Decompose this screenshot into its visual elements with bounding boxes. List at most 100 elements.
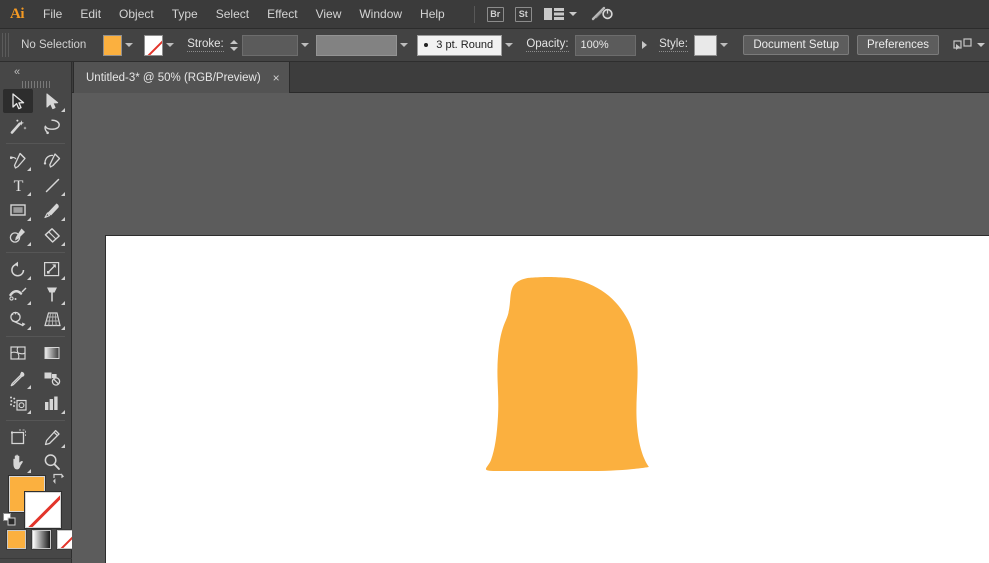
opacity-expand-arrow-icon[interactable]	[642, 41, 648, 49]
rectangle-tool[interactable]	[3, 198, 33, 222]
search-adobe-stock-icon[interactable]	[591, 5, 615, 23]
artboard[interactable]	[105, 235, 989, 563]
symbol-sprayer-tool[interactable]	[3, 391, 33, 415]
stroke-weight-dropdown-chevron-icon[interactable]	[298, 35, 312, 56]
scale-tool[interactable]	[37, 257, 67, 281]
preferences-button[interactable]: Preferences	[857, 35, 940, 55]
arrange-dropdown-chevron-icon[interactable]	[568, 12, 577, 16]
color-button-icon[interactable]	[7, 530, 26, 549]
close-icon[interactable]: ×	[273, 71, 280, 85]
menu-view[interactable]: View	[307, 0, 351, 29]
gradient-button-icon[interactable]	[32, 530, 51, 549]
menu-select[interactable]: Select	[207, 0, 258, 29]
control-bar-grip[interactable]	[2, 33, 10, 57]
opacity-input[interactable]: 100%	[574, 34, 637, 56]
brush-definition-input[interactable]: 3 pt. Round	[417, 34, 503, 56]
canvas-area[interactable]	[72, 93, 989, 563]
stroke-color-swatch[interactable]	[25, 492, 61, 528]
stock-icon[interactable]: St	[514, 6, 532, 22]
blend-tool[interactable]	[37, 366, 67, 390]
tool-flyout-indicator-icon	[61, 108, 65, 112]
svg-text:T: T	[13, 178, 23, 194]
align-objects-icon[interactable]	[953, 37, 973, 53]
column-graph-tool[interactable]	[37, 391, 67, 415]
opacity-label[interactable]: Opacity:	[526, 38, 569, 52]
stroke-profile-dropdown-chevron-icon[interactable]	[397, 35, 411, 56]
curvature-tool[interactable]	[37, 148, 67, 172]
brush-preview-icon	[424, 43, 429, 47]
screen-mode-buttons	[0, 558, 72, 563]
type-tool[interactable]: T	[3, 173, 33, 197]
pen-tool[interactable]	[3, 148, 33, 172]
bridge-icon[interactable]: Br	[486, 6, 504, 22]
shaper-tool[interactable]	[3, 223, 33, 247]
tool-divider	[6, 143, 65, 144]
graphic-style-swatch-icon[interactable]	[693, 34, 718, 56]
mesh-tool[interactable]	[3, 341, 33, 365]
eraser-tool[interactable]	[37, 223, 67, 247]
tool-row	[0, 114, 71, 139]
slice-tool[interactable]	[37, 425, 67, 449]
stroke-profile-input[interactable]	[316, 34, 398, 56]
document-setup-button[interactable]: Document Setup	[743, 35, 849, 55]
app-logo-icon: Ai	[10, 5, 25, 22]
direct-selection-tool[interactable]	[37, 89, 67, 113]
menu-help[interactable]: Help	[411, 0, 454, 29]
align-dropdown-chevron-icon[interactable]	[977, 43, 986, 47]
tools-panel-header: «	[0, 62, 71, 88]
perspective-grid-tool[interactable]	[37, 307, 67, 331]
stroke-dropdown-chevron-icon[interactable]	[163, 35, 177, 56]
tool-divider	[6, 420, 65, 421]
tool-flyout-indicator-icon	[27, 326, 31, 330]
rotate-tool[interactable]	[3, 257, 33, 281]
paintbrush-tool[interactable]	[37, 198, 67, 222]
tool-flyout-indicator-icon	[27, 242, 31, 246]
normal-screen-mode-button[interactable]	[0, 559, 24, 563]
free-transform-tool[interactable]	[37, 282, 67, 306]
swap-fill-stroke-icon[interactable]	[52, 472, 66, 491]
presentation-mode-button[interactable]	[24, 559, 48, 563]
tool-flyout-indicator-icon	[61, 301, 65, 305]
tool-row	[0, 257, 71, 282]
tool-divider	[6, 336, 65, 337]
tool-flyout-indicator-icon	[61, 192, 65, 196]
arrange-documents-icon[interactable]	[543, 7, 565, 21]
width-tool[interactable]	[3, 282, 33, 306]
tools-panel: « T	[0, 62, 76, 563]
stroke-none-swatch-icon[interactable]	[144, 34, 164, 56]
gradient-tool[interactable]	[37, 341, 67, 365]
tool-flyout-indicator-icon	[61, 276, 65, 280]
eyedropper-tool[interactable]	[3, 366, 33, 390]
menu-type[interactable]: Type	[163, 0, 207, 29]
full-screen-mode-button[interactable]	[48, 559, 72, 563]
line-segment-tool[interactable]	[37, 173, 67, 197]
tool-list: T	[0, 84, 71, 475]
menu-edit[interactable]: Edit	[71, 0, 110, 29]
fill-dropdown-chevron-icon[interactable]	[122, 35, 136, 56]
magic-wand-tool[interactable]	[3, 114, 33, 138]
illustrator-window: Ai File Edit Object Type Select Effect V…	[0, 0, 989, 563]
stroke-weight-label[interactable]: Stroke:	[187, 38, 224, 52]
artboard-tool[interactable]	[3, 425, 33, 449]
style-label[interactable]: Style:	[659, 38, 688, 52]
tool-flyout-indicator-icon	[27, 192, 31, 196]
tool-row	[0, 282, 71, 307]
orange-blob-shape[interactable]	[106, 236, 989, 563]
document-tab[interactable]: Untitled-3* @ 50% (RGB/Preview) ×	[73, 62, 290, 93]
fill-swatch-icon[interactable]	[103, 34, 123, 56]
menu-effect[interactable]: Effect	[258, 0, 306, 29]
collapse-panel-icon[interactable]: «	[14, 66, 20, 78]
menu-object[interactable]: Object	[110, 0, 163, 29]
stroke-weight-input[interactable]	[241, 34, 298, 56]
selection-tool[interactable]	[3, 89, 33, 113]
brush-dropdown-chevron-icon[interactable]	[502, 35, 516, 56]
menu-file[interactable]: File	[34, 0, 71, 29]
selection-status-label: No Selection	[21, 39, 87, 51]
tool-flyout-indicator-icon	[61, 217, 65, 221]
lasso-tool[interactable]	[37, 114, 67, 138]
shape-builder-tool[interactable]	[3, 307, 33, 331]
style-dropdown-chevron-icon[interactable]	[717, 35, 731, 56]
tool-row	[0, 366, 71, 391]
stroke-weight-stepper[interactable]	[230, 35, 239, 56]
menu-window[interactable]: Window	[350, 0, 411, 29]
